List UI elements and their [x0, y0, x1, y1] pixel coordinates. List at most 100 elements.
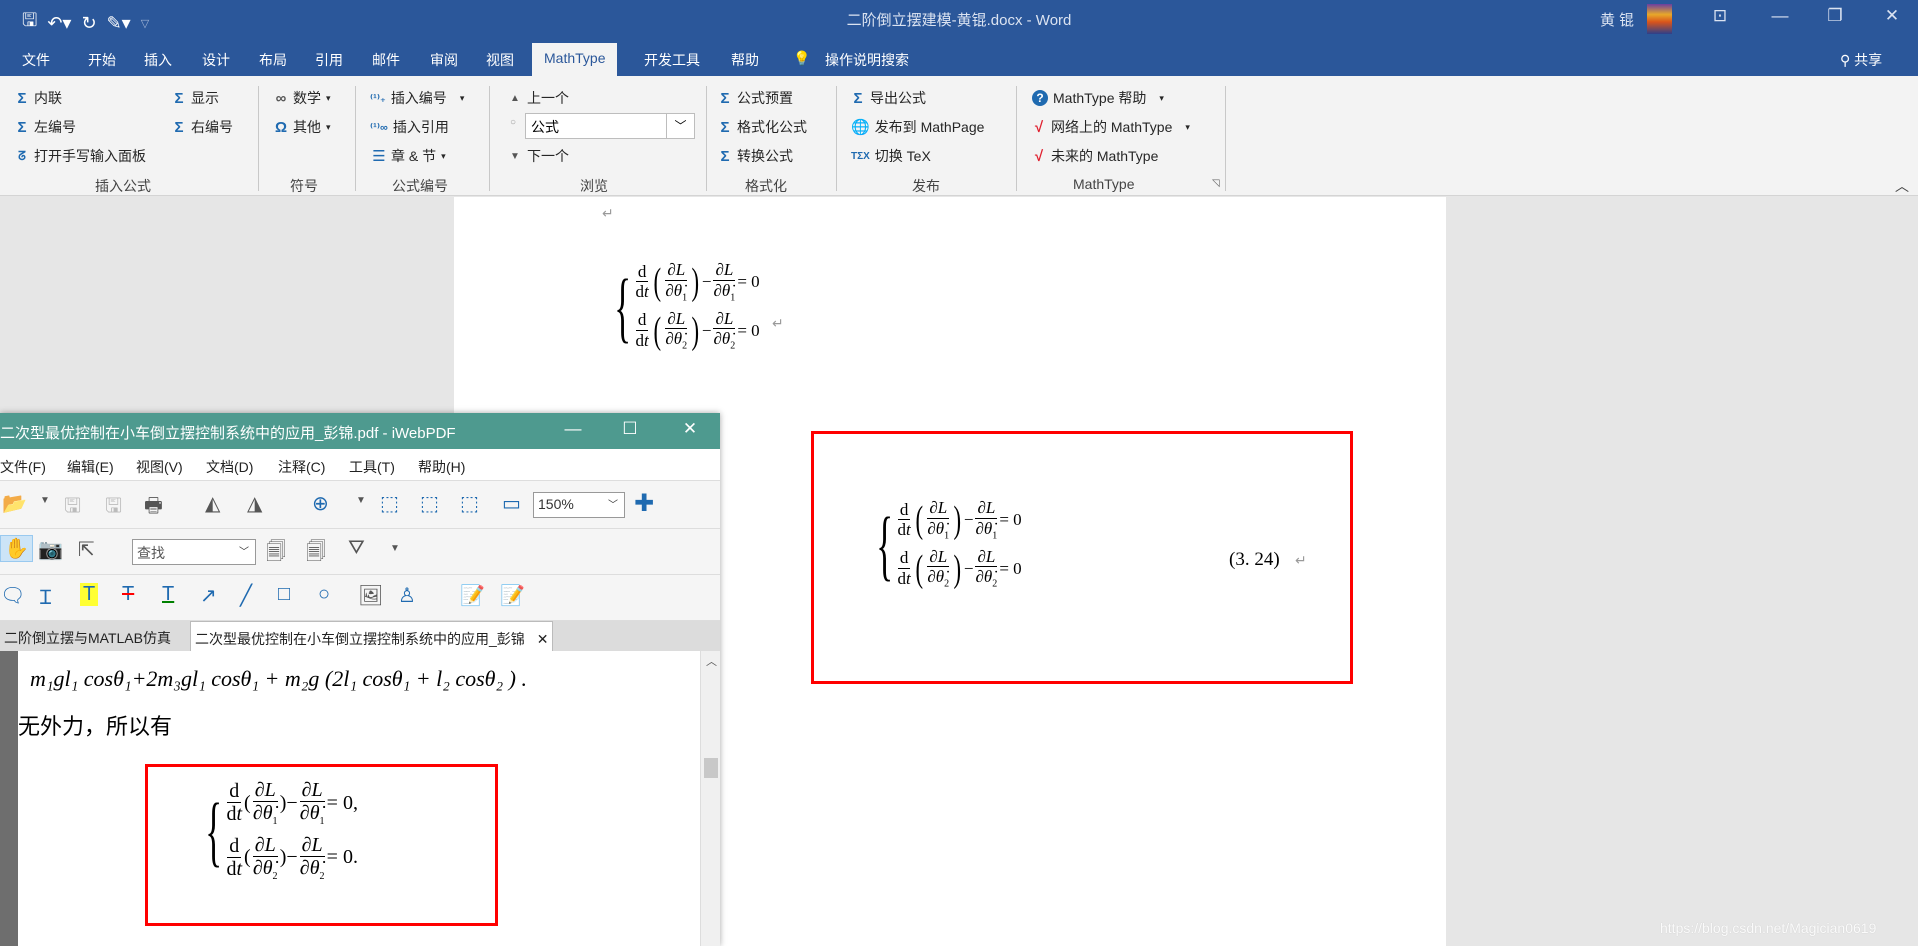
other-dropdown[interactable]: Ω 其他 ▾ [274, 117, 331, 137]
tab-mailings[interactable]: 邮件 [372, 50, 400, 70]
text-box-icon[interactable]: Ɪ [40, 583, 51, 610]
tab-help[interactable]: 帮助 [731, 50, 759, 70]
rotate-left-icon[interactable]: ◭ [205, 491, 220, 516]
underline-icon[interactable]: T [162, 583, 174, 606]
minimize-icon[interactable]: — [1765, 6, 1795, 26]
equation-system-2[interactable]: { d dt (∂L ∂θ̇1) − ∂L ∂θ̇1 = 0 d dt (∂L ∂θ̇2)… [866, 498, 1021, 590]
save-icon[interactable]: 🖫 [64, 491, 81, 525]
menu-tools[interactable]: 工具(T) [349, 457, 395, 477]
dialog-launcher-icon[interactable]: ◹ [1212, 178, 1220, 189]
rotate-right-icon[interactable]: ◮ [247, 491, 262, 516]
format-equations-button[interactable]: Σ 格式化公式 [718, 117, 807, 137]
inline-button[interactable]: Σ 内联 [15, 88, 62, 108]
zoom-combo[interactable]: 150% ﹀ [533, 492, 625, 518]
tell-me-search[interactable]: 操作说明搜索 [825, 50, 909, 70]
comment-icon[interactable]: 🗨 [0, 583, 25, 608]
open-folder-icon[interactable]: 📂 [2, 491, 27, 516]
dropdown-arrow-icon[interactable]: ▼ [40, 495, 50, 506]
restore-icon[interactable]: ❐ [1820, 6, 1850, 26]
stamp-icon[interactable]: ♙ [398, 583, 416, 608]
snapshot-icon[interactable]: 📷 [38, 537, 63, 562]
strikethrough-icon[interactable]: T [122, 583, 134, 606]
menu-file[interactable]: 文件(F) [0, 457, 46, 477]
next-button[interactable]: ▼ 下一个 [508, 146, 569, 166]
tab-mathtype[interactable]: MathType [532, 43, 618, 76]
menu-view[interactable]: 视图(V) [136, 457, 183, 477]
arrow-tool-icon[interactable]: ↗ [200, 583, 217, 608]
tab-layout[interactable]: 布局 [259, 50, 287, 70]
menu-help[interactable]: 帮助(H) [418, 457, 465, 477]
close-icon[interactable]: ✕ [1877, 6, 1907, 26]
export-equations-button[interactable]: Σ 导出公式 [851, 88, 926, 108]
vertical-scrollbar[interactable]: ︿ [700, 651, 720, 946]
menu-document[interactable]: 文档(D) [206, 457, 253, 477]
pdf-tab[interactable]: 二阶倒立摆与MATLAB仿真 [0, 621, 175, 651]
highlight-text-icon[interactable]: T [80, 583, 99, 606]
chevron-down-icon[interactable]: ﹀ [239, 543, 249, 558]
ribbon-display-options-icon[interactable]: ⊡ [1705, 6, 1735, 26]
tab-file[interactable]: 文件 [22, 50, 50, 70]
pdf-content[interactable]: m₁gl₁ cosθ₁+2m₃gl₁ cosθ₁ + m₂g (2l₁ cosθ… [0, 651, 720, 946]
toggle-tex-button[interactable]: TΣX 切换 TeX [851, 146, 931, 166]
convert-equations-button[interactable]: Σ 转换公式 [718, 146, 793, 166]
maximize-icon[interactable]: ☐ [615, 419, 645, 439]
ellipse-tool-icon[interactable]: ○ [318, 583, 330, 606]
chevron-down-icon[interactable]: ﹀ [666, 114, 694, 138]
menu-edit[interactable]: 编辑(E) [67, 457, 114, 477]
tab-review[interactable]: 审阅 [430, 50, 458, 70]
equation-system-1[interactable]: { d dt (∂L ∂θ̇1) − ∂L ∂θ̇1 = 0 d dt (∂L ∂θ̇2)… [604, 260, 759, 352]
right-numbered-button[interactable]: Σ 右编号 [172, 117, 233, 137]
publish-mathpage-button[interactable]: 🌐 发布到 MathPage [851, 117, 984, 137]
chapter-section-dropdown[interactable]: ☰ 章 & 节 ▾ [372, 146, 445, 166]
search-input[interactable]: 查找 ﹀ [132, 539, 256, 565]
edit-form-icon[interactable]: 📝 [460, 583, 485, 608]
dropdown-arrow-icon[interactable]: ▼ [356, 495, 366, 506]
form-fields-icon[interactable]: 📝 [500, 583, 525, 608]
pdf-side-panel[interactable] [0, 651, 18, 946]
zoom-out-icon[interactable]: ▭ [502, 491, 521, 516]
tab-view[interactable]: 视图 [486, 50, 514, 70]
close-icon[interactable]: ✕ [675, 419, 705, 439]
find-next-icon[interactable]: 🗐 [306, 537, 326, 571]
select-tool-icon[interactable]: ⇱ [78, 537, 95, 562]
handwriting-panel-button[interactable]: ᘔ 打开手写输入面板 [15, 146, 146, 166]
find-previous-icon[interactable]: 🗐 [266, 537, 286, 571]
scroll-up-icon[interactable]: ︿ [706, 653, 717, 669]
print-icon[interactable]: 🖶 [144, 491, 163, 525]
zoom-in-icon[interactable]: ⊕ [312, 491, 329, 516]
user-name[interactable]: 黄 锟 [1600, 9, 1634, 30]
close-tab-icon[interactable]: ✕ [537, 631, 549, 647]
tab-developer[interactable]: 开发工具 [644, 50, 700, 70]
chevron-down-icon[interactable]: ﹀ [608, 496, 618, 511]
rectangle-tool-icon[interactable]: □ [278, 583, 290, 606]
share-button[interactable]: ⚲ 共享 [1840, 50, 1882, 70]
iwebpdf-window[interactable]: 二次型最优控制在小车倒立摆控制系统中的应用_彭锦.pdf - iWebPDF —… [0, 413, 720, 946]
collapse-ribbon-icon[interactable]: ︿ [1895, 176, 1909, 196]
tab-home[interactable]: 开始 [88, 50, 116, 70]
fit-width-icon[interactable]: ⬚ [460, 491, 479, 516]
future-mathtype-button[interactable]: √ 未来的 MathType [1032, 146, 1159, 166]
dropdown-arrow-icon[interactable]: ▼ [390, 543, 400, 554]
line-tool-icon[interactable]: ╱ [240, 583, 252, 608]
tab-references[interactable]: 引用 [315, 50, 343, 70]
save-as-icon[interactable]: 🖫 [105, 491, 122, 525]
mathtype-web-dropdown[interactable]: √ 网络上的 MathType ▾ [1032, 117, 1190, 137]
display-button[interactable]: Σ 显示 [172, 88, 219, 108]
avatar[interactable] [1647, 4, 1672, 34]
insert-number-dropdown[interactable]: ⁽¹⁾₊ 插入编号 ▾ [370, 88, 464, 108]
tab-design[interactable]: 设计 [202, 50, 230, 70]
pdf-tab-active[interactable]: 二次型最优控制在小车倒立摆控制系统中的应用_彭锦 ✕ [190, 621, 554, 651]
browse-type-combo[interactable]: 公式 ﹀ [525, 113, 695, 139]
menu-annotate[interactable]: 注释(C) [278, 457, 325, 477]
math-dropdown[interactable]: ∞ 数学 ▾ [274, 88, 331, 108]
fit-height-icon[interactable]: ⬚ [420, 491, 439, 516]
scrollbar-thumb[interactable] [704, 758, 718, 778]
previous-button[interactable]: ▲ 上一个 [508, 88, 569, 108]
minimize-icon[interactable]: — [558, 419, 588, 439]
hand-tool-icon[interactable]: ✋ [0, 535, 33, 562]
image-tool-icon[interactable]: 🖼 [358, 583, 383, 608]
fit-page-icon[interactable]: ⬚ [380, 491, 399, 516]
tab-insert[interactable]: 插入 [144, 50, 172, 70]
equation-preferences-button[interactable]: Σ 公式预置 [718, 88, 793, 108]
left-numbered-button[interactable]: Σ 左编号 [15, 117, 76, 137]
